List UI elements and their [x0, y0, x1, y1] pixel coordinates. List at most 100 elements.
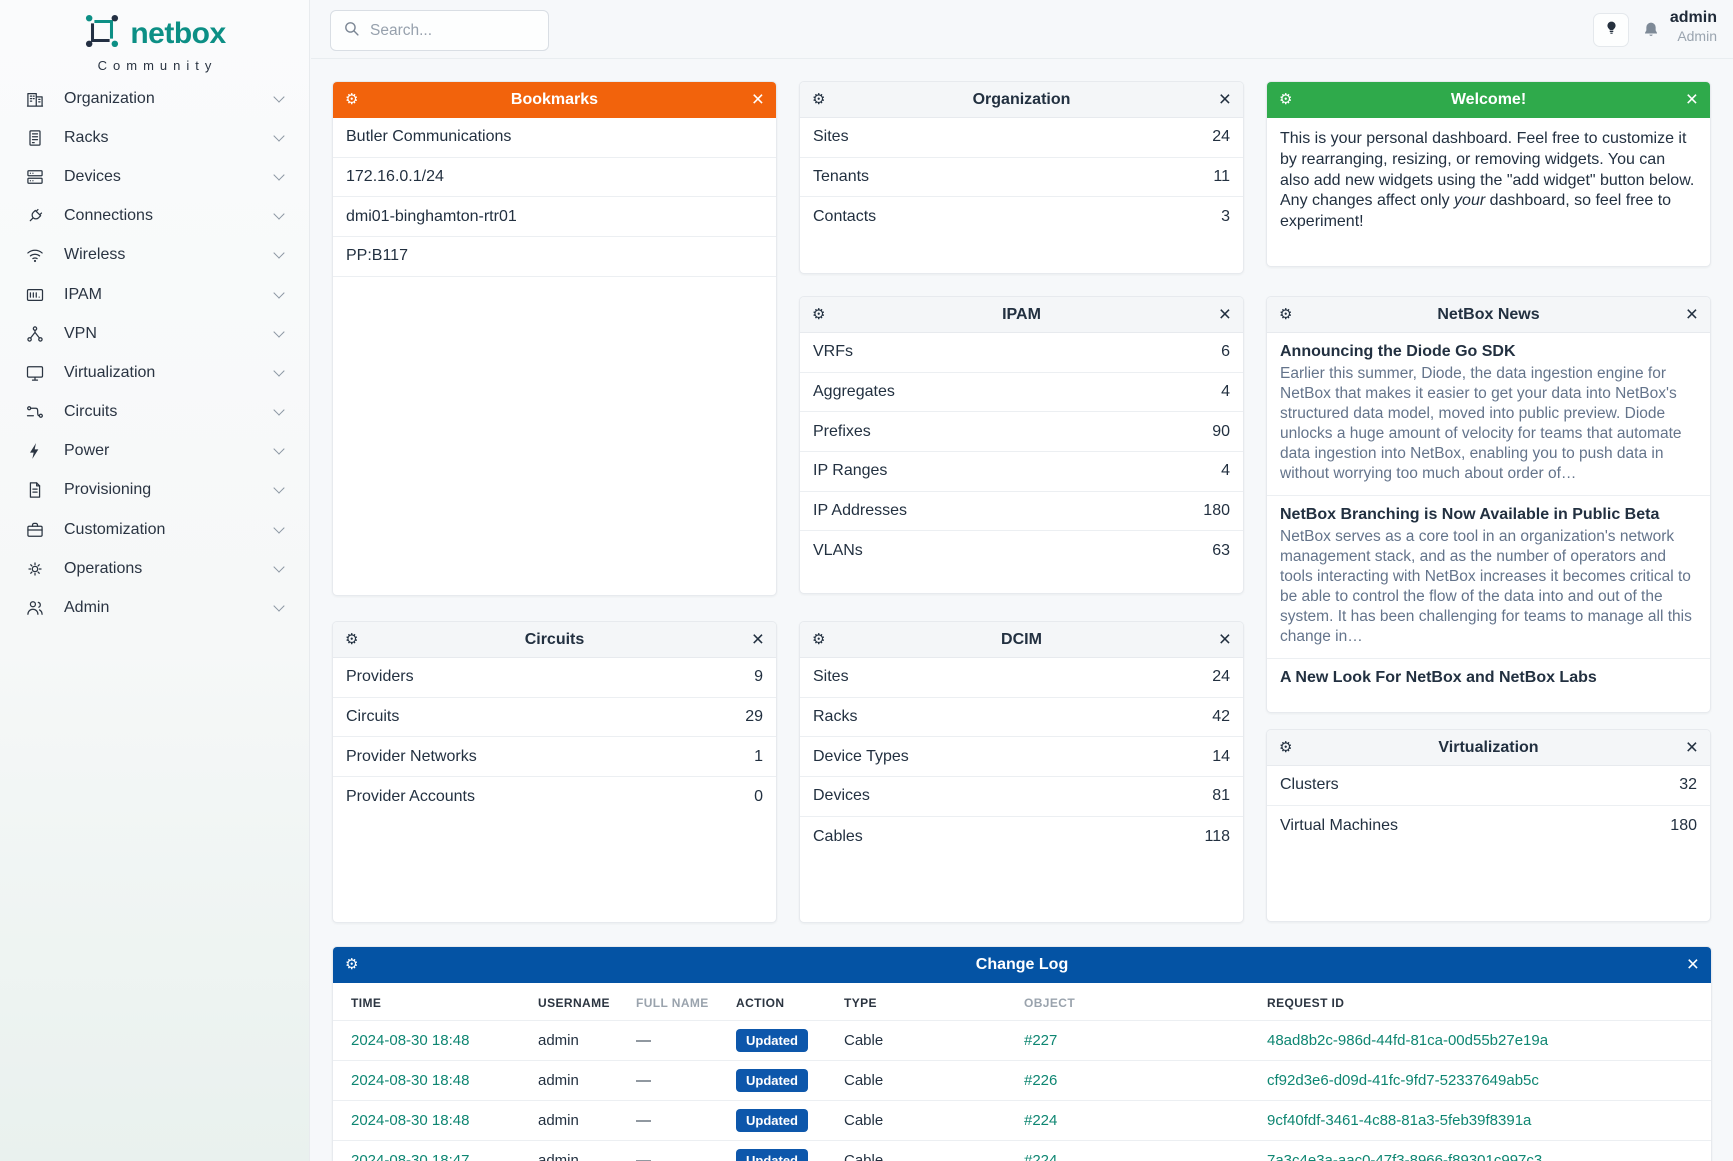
widget-settings-icon[interactable]: ⚙ [1279, 92, 1292, 107]
sidebar-item-wireless[interactable]: Wireless [0, 236, 309, 275]
stat-label-link[interactable]: Providers [346, 668, 414, 686]
sidebar-item-customization[interactable]: Customization [0, 510, 309, 549]
sidebar-item-racks[interactable]: Racks [0, 118, 309, 157]
change-object-link[interactable]: #227 [1024, 1032, 1267, 1049]
stat-label-link[interactable]: Racks [813, 708, 857, 726]
stat-count-link[interactable]: 42 [1212, 708, 1230, 726]
request-id-link[interactable]: 48ad8b2c-986d-44fd-81ca-00d55b27e19a [1267, 1032, 1711, 1049]
sidebar-nav: Organization Racks Devices Connections W [0, 79, 309, 628]
close-icon[interactable]: × [1219, 89, 1231, 110]
change-object-link[interactable]: #224 [1024, 1112, 1267, 1129]
stat-label-link[interactable]: IP Addresses [813, 502, 907, 520]
stat-label-link[interactable]: Tenants [813, 168, 869, 186]
stat-count-link[interactable]: 24 [1212, 668, 1230, 686]
change-time-link[interactable]: 2024-08-30 18:48 [351, 1072, 538, 1089]
theme-toggle-button[interactable] [1593, 13, 1629, 47]
close-icon[interactable]: × [1219, 304, 1231, 325]
sidebar-item-virtualization[interactable]: Virtualization [0, 353, 309, 392]
notifications-button[interactable] [1642, 19, 1660, 45]
stat-label-link[interactable]: Contacts [813, 208, 876, 226]
close-icon[interactable]: × [1219, 629, 1231, 650]
bookmark-link[interactable]: PP:B117 [333, 237, 776, 277]
stat-count-link[interactable]: 4 [1221, 462, 1230, 480]
news-title-link[interactable]: Announcing the Diode Go SDK [1280, 343, 1697, 361]
request-id-link[interactable]: cf92d3e6-d09d-41fc-9fd7-52337649ab5c [1267, 1072, 1711, 1089]
stat-count-link[interactable]: 32 [1679, 776, 1697, 794]
stat-count-link[interactable]: 9 [754, 668, 763, 686]
stat-count-link[interactable]: 90 [1212, 423, 1230, 441]
news-title-link[interactable]: NetBox Branching is Now Available in Pub… [1280, 506, 1697, 524]
stat-label-link[interactable]: Virtual Machines [1280, 817, 1398, 835]
stat-label-link[interactable]: Device Types [813, 748, 909, 766]
news-title-link[interactable]: A New Look For NetBox and NetBox Labs [1280, 669, 1697, 687]
change-time-link[interactable]: 2024-08-30 18:47 [351, 1152, 538, 1161]
widget-settings-icon[interactable]: ⚙ [812, 307, 825, 322]
stat-count-link[interactable]: 118 [1204, 828, 1230, 846]
stat-count-link[interactable]: 3 [1221, 208, 1230, 226]
widget-settings-icon[interactable]: ⚙ [1279, 307, 1292, 322]
stat-count-link[interactable]: 63 [1212, 542, 1230, 560]
stat-count-link[interactable]: 180 [1203, 502, 1230, 520]
stat-label-link[interactable]: Devices [813, 787, 870, 805]
change-username: admin [538, 1072, 636, 1089]
stat-label-link[interactable]: Prefixes [813, 423, 871, 441]
bookmark-link[interactable]: 172.16.0.1/24 [333, 158, 776, 198]
stat-label-link[interactable]: Sites [813, 128, 849, 146]
change-object-link[interactable]: #226 [1024, 1072, 1267, 1089]
sidebar-item-operations[interactable]: Operations [0, 549, 309, 588]
bookmark-link[interactable]: Butler Communications [333, 118, 776, 158]
sidebar-item-circuits[interactable]: Circuits [0, 393, 309, 432]
stat-label-link[interactable]: VRFs [813, 343, 853, 361]
close-icon[interactable]: × [752, 89, 764, 110]
bookmark-link[interactable]: dmi01-binghamton-rtr01 [333, 197, 776, 237]
user-menu[interactable]: admin Admin [1670, 9, 1717, 44]
netbox-logo-link[interactable]: netbox [0, 12, 309, 55]
close-icon[interactable]: × [1687, 954, 1699, 975]
widget-settings-icon[interactable]: ⚙ [812, 632, 825, 647]
change-time-link[interactable]: 2024-08-30 18:48 [351, 1032, 538, 1049]
stat-count-link[interactable]: 11 [1213, 168, 1230, 186]
stat-label-link[interactable]: Circuits [346, 708, 399, 726]
close-icon[interactable]: × [1686, 737, 1698, 758]
widget-settings-icon[interactable]: ⚙ [345, 92, 358, 107]
close-icon[interactable]: × [1686, 89, 1698, 110]
stat-count-link[interactable]: 0 [754, 788, 763, 806]
change-time-link[interactable]: 2024-08-30 18:48 [351, 1112, 538, 1129]
stat-count-link[interactable]: 14 [1212, 748, 1230, 766]
stat-label-link[interactable]: Cables [813, 828, 863, 846]
request-id-link[interactable]: 9cf40fdf-3461-4c88-81a3-5feb39f8391a [1267, 1112, 1711, 1129]
stat-count-link[interactable]: 81 [1212, 787, 1230, 805]
stat-label-link[interactable]: IP Ranges [813, 462, 887, 480]
stat-count-link[interactable]: 180 [1670, 817, 1697, 835]
news-item: A New Look For NetBox and NetBox Labs [1267, 659, 1710, 701]
sidebar-item-vpn[interactable]: VPN [0, 314, 309, 353]
stat-label-link[interactable]: Provider Networks [346, 748, 477, 766]
sidebar-item-admin[interactable]: Admin [0, 588, 309, 627]
search-input[interactable] [370, 22, 536, 40]
stat-label-link[interactable]: Sites [813, 668, 849, 686]
widget-settings-icon[interactable]: ⚙ [345, 632, 358, 647]
stat-label-link[interactable]: Clusters [1280, 776, 1339, 794]
stat-label-link[interactable]: Provider Accounts [346, 788, 475, 806]
stat-count-link[interactable]: 24 [1212, 128, 1230, 146]
stat-label-link[interactable]: VLANs [813, 542, 863, 560]
close-icon[interactable]: × [752, 629, 764, 650]
widget-settings-icon[interactable]: ⚙ [812, 92, 825, 107]
stat-count-link[interactable]: 4 [1221, 383, 1230, 401]
stat-row: Provider Accounts 0 [333, 777, 776, 817]
sidebar-item-power[interactable]: Power [0, 432, 309, 471]
sidebar-item-ipam[interactable]: IPAM [0, 275, 309, 314]
stat-count-link[interactable]: 6 [1221, 343, 1230, 361]
widget-settings-icon[interactable]: ⚙ [1279, 740, 1292, 755]
stat-count-link[interactable]: 1 [754, 748, 763, 766]
widget-settings-icon[interactable]: ⚙ [345, 957, 358, 972]
sidebar-item-connections[interactable]: Connections [0, 197, 309, 236]
stat-count-link[interactable]: 29 [745, 708, 763, 726]
change-object-link[interactable]: #224 [1024, 1152, 1267, 1161]
close-icon[interactable]: × [1686, 304, 1698, 325]
sidebar-item-organization[interactable]: Organization [0, 79, 309, 118]
sidebar-item-devices[interactable]: Devices [0, 157, 309, 196]
request-id-link[interactable]: 7a3c4e3a-aac0-47f3-8966-f89301c997c3 [1267, 1152, 1711, 1161]
sidebar-item-provisioning[interactable]: Provisioning [0, 471, 309, 510]
stat-label-link[interactable]: Aggregates [813, 383, 895, 401]
